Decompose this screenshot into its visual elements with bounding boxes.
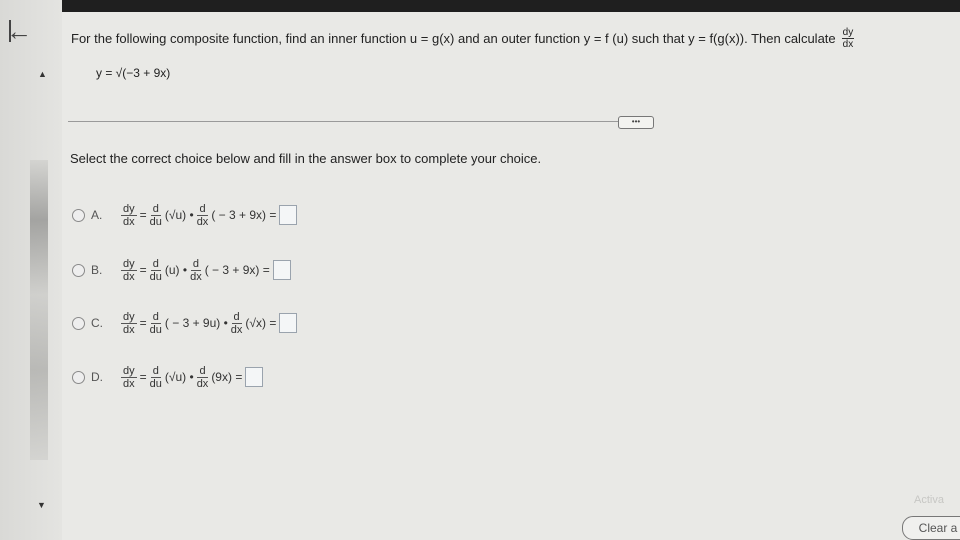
back-arrow-icon: ← xyxy=(6,16,32,46)
denominator: du xyxy=(149,323,162,336)
top-bar xyxy=(62,0,960,12)
fraction-denominator: dx xyxy=(842,39,854,50)
numerator: d xyxy=(197,202,208,216)
denominator: dx xyxy=(123,270,135,283)
more-button[interactable]: ••• xyxy=(618,116,654,129)
left-rail: ▲ ▼ xyxy=(0,0,62,540)
instruction-text: Select the correct choice below and fill… xyxy=(70,151,542,166)
choice-letter: D. xyxy=(91,370,103,384)
outer-argument: (√u) • xyxy=(164,370,194,384)
dy-dx-fraction: dy dx xyxy=(841,27,855,50)
lhs-fraction: dy dx xyxy=(121,311,137,336)
activate-watermark: Activa xyxy=(914,494,944,506)
denominator: dx xyxy=(230,323,243,336)
numerator: dy xyxy=(121,310,137,324)
clear-all-button[interactable]: Clear a xyxy=(902,516,960,540)
numerator: dy xyxy=(121,257,137,271)
choice-letter: C. xyxy=(91,316,103,330)
derivative-du-fraction: d du xyxy=(150,203,162,228)
radio-button[interactable] xyxy=(72,208,85,222)
choice-a[interactable]: A. dy dx = d du (√u) • d dx ( − 3 + 9x) = xyxy=(72,195,298,235)
choice-expression: dy dx = d du (√u) • d dx ( − 3 + 9x) = xyxy=(121,203,298,228)
derivative-dx-fraction: d dx xyxy=(197,203,209,228)
rail-scroll-track xyxy=(30,160,48,460)
answer-box[interactable] xyxy=(279,205,298,225)
radio-button[interactable] xyxy=(72,370,85,384)
denominator: dx xyxy=(123,377,135,390)
denominator: dx xyxy=(190,270,202,283)
inner-argument: (√x) = xyxy=(245,316,277,330)
denominator: du xyxy=(149,377,162,390)
denominator: dx xyxy=(196,215,209,228)
numerator: d xyxy=(150,364,161,378)
derivative-dx-fraction: d dx xyxy=(231,311,243,336)
choice-d[interactable]: D. dy dx = d du (√u) • d dx (9x) = xyxy=(72,357,264,397)
denominator: du xyxy=(149,270,162,283)
numerator: d xyxy=(150,310,161,324)
question-text: For the following composite function, fi… xyxy=(71,27,855,50)
lhs-fraction: dy dx xyxy=(121,365,137,390)
radio-button[interactable] xyxy=(72,263,85,277)
denominator: du xyxy=(149,215,162,228)
choice-letter: B. xyxy=(91,263,103,277)
inner-argument: ( − 3 + 9x) = xyxy=(204,263,270,277)
derivative-dx-fraction: d dx xyxy=(197,365,209,390)
choice-letter: A. xyxy=(91,208,103,222)
denominator: dx xyxy=(196,377,209,390)
lhs-fraction: dy dx xyxy=(121,258,137,283)
numerator: d xyxy=(197,364,208,378)
denominator: dx xyxy=(123,215,135,228)
answer-box[interactable] xyxy=(272,260,291,280)
answer-box[interactable] xyxy=(279,313,298,333)
derivative-du-fraction: d du xyxy=(150,365,162,390)
numerator: d xyxy=(190,257,201,271)
equals-sign: = xyxy=(139,316,147,330)
outer-argument: ( − 3 + 9u) • xyxy=(164,316,228,330)
equals-sign: = xyxy=(139,208,147,222)
inner-argument: ( − 3 + 9x) = xyxy=(211,208,277,222)
section-divider xyxy=(68,121,650,122)
choice-c[interactable]: C. dy dx = d du ( − 3 + 9u) • d dx (√x) = xyxy=(72,303,298,343)
numerator: d xyxy=(150,202,161,216)
fraction-numerator: dy xyxy=(841,27,855,39)
derivative-du-fraction: d du xyxy=(150,311,162,336)
numerator: dy xyxy=(121,364,137,378)
derivative-du-fraction: d du xyxy=(150,258,162,283)
answer-box[interactable] xyxy=(245,367,264,387)
inner-argument: (9x) = xyxy=(211,370,243,384)
denominator: dx xyxy=(123,323,135,336)
outer-argument: (√u) • xyxy=(164,208,194,222)
numerator: dy xyxy=(121,202,137,216)
question-body: For the following composite function, fi… xyxy=(71,31,836,46)
outer-argument: (u) • xyxy=(164,263,188,277)
given-function: y = √(−3 + 9x) xyxy=(96,66,171,80)
numerator: d xyxy=(231,310,242,324)
choice-expression: dy dx = d du (√u) • d dx (9x) = xyxy=(121,365,264,390)
equals-sign: = xyxy=(139,263,147,277)
scroll-down-icon[interactable]: ▼ xyxy=(37,500,46,510)
radio-button[interactable] xyxy=(72,316,85,330)
choice-expression: dy dx = d du ( − 3 + 9u) • d dx (√x) = xyxy=(121,311,298,336)
choice-b[interactable]: B. dy dx = d du (u) • d dx ( − 3 + 9x) = xyxy=(72,250,291,290)
numerator: d xyxy=(150,257,161,271)
scroll-up-icon[interactable]: ▲ xyxy=(38,69,47,79)
lhs-fraction: dy dx xyxy=(121,203,137,228)
derivative-dx-fraction: d dx xyxy=(190,258,202,283)
equals-sign: = xyxy=(139,370,147,384)
choice-expression: dy dx = d du (u) • d dx ( − 3 + 9x) = xyxy=(121,258,291,283)
